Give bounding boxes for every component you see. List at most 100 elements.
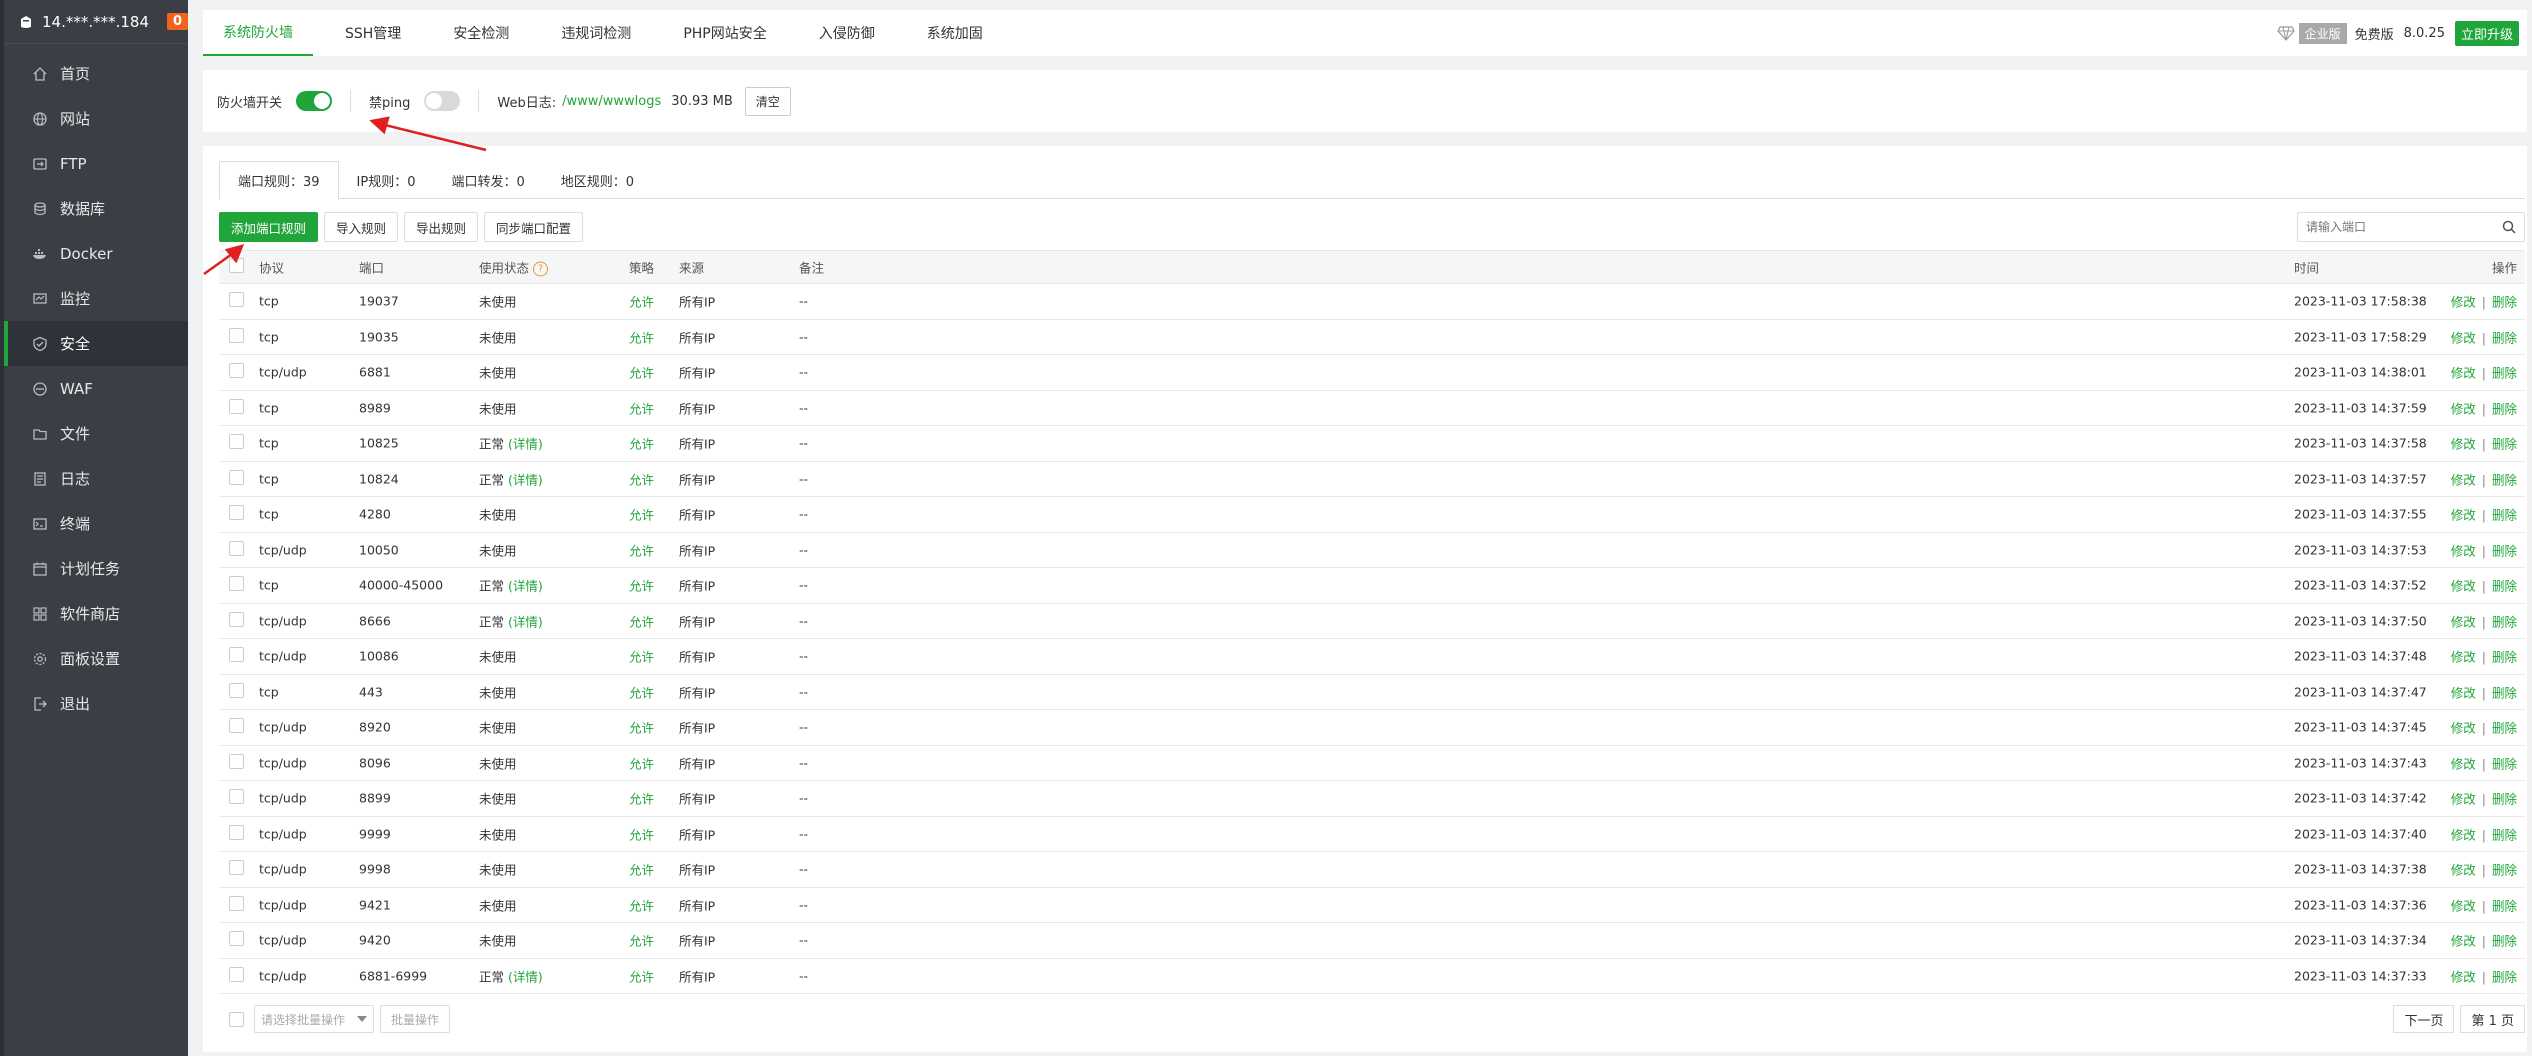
ping-switch[interactable]	[424, 91, 461, 111]
top-tab-6[interactable]: 系统加固	[907, 10, 1003, 56]
row-checkbox[interactable]	[229, 860, 244, 878]
cell-note[interactable]: --	[799, 862, 808, 877]
rule-tab-3[interactable]: 地区规则：0	[543, 161, 652, 199]
cell-note[interactable]: --	[799, 400, 808, 415]
edit-link[interactable]: 修改	[2451, 295, 2476, 310]
delete-link[interactable]: 删除	[2492, 685, 2517, 700]
sidebar-item-9[interactable]: 日志	[0, 456, 188, 501]
row-checkbox[interactable]	[229, 611, 244, 630]
cell-note[interactable]: --	[799, 578, 808, 593]
clear-log-button[interactable]: 清空	[744, 86, 791, 116]
next-page-button[interactable]: 下一页	[2393, 1005, 2455, 1033]
sidebar-item-7[interactable]: WAF	[0, 366, 188, 411]
cell-note[interactable]: --	[799, 365, 808, 380]
rule-tab-1[interactable]: IP规则：0	[339, 161, 434, 199]
server-header[interactable]: 14.***.***.184 0	[0, 0, 189, 44]
cell-note[interactable]: --	[799, 755, 808, 770]
edit-link[interactable]: 修改	[2451, 330, 2476, 345]
edit-link[interactable]: 修改	[2451, 472, 2476, 487]
edit-link[interactable]: 修改	[2451, 756, 2476, 771]
edit-link[interactable]: 修改	[2451, 685, 2476, 700]
top-tab-3[interactable]: 违规词检测	[541, 10, 651, 56]
notification-badge[interactable]: 0	[167, 13, 189, 30]
footer-select-all-checkbox[interactable]	[229, 1011, 244, 1027]
cell-note[interactable]: --	[799, 826, 808, 841]
batch-operation-button[interactable]: 批量操作	[380, 1005, 451, 1033]
delete-link[interactable]: 删除	[2492, 721, 2517, 736]
cell-note[interactable]: --	[799, 329, 808, 344]
top-tab-2[interactable]: 安全检测	[433, 10, 529, 56]
weblog-path-link[interactable]: /www/wwwlogs	[562, 94, 661, 109]
batch-operation-select[interactable]: 请选择批量操作	[254, 1005, 374, 1033]
sidebar-item-13[interactable]: 面板设置	[0, 636, 188, 681]
edit-link[interactable]: 修改	[2451, 934, 2476, 949]
cell-note[interactable]: --	[799, 684, 808, 699]
row-checkbox[interactable]	[229, 363, 244, 381]
delete-link[interactable]: 删除	[2492, 330, 2517, 345]
help-icon[interactable]: ?	[533, 261, 549, 277]
detail-link[interactable]: (详情)	[508, 614, 543, 629]
enterprise-edition[interactable]: 企业版	[2276, 22, 2347, 44]
sync-port-config-button[interactable]: 同步端口配置	[484, 212, 584, 242]
row-checkbox[interactable]	[229, 327, 244, 346]
sidebar-item-8[interactable]: 文件	[0, 411, 188, 456]
sidebar-item-12[interactable]: 软件商店	[0, 591, 188, 636]
cell-note[interactable]: --	[799, 720, 808, 735]
delete-link[interactable]: 删除	[2492, 792, 2517, 807]
cell-note[interactable]: --	[799, 294, 808, 309]
top-tab-0[interactable]: 系统防火墙	[203, 10, 313, 56]
detail-link[interactable]: (详情)	[508, 472, 543, 487]
cell-note[interactable]: --	[799, 649, 808, 664]
rule-tab-2[interactable]: 端口转发：0	[434, 161, 543, 199]
edit-link[interactable]: 修改	[2451, 792, 2476, 807]
sidebar-item-5[interactable]: 监控	[0, 276, 188, 321]
edit-link[interactable]: 修改	[2451, 898, 2476, 913]
delete-link[interactable]: 删除	[2492, 366, 2517, 381]
detail-link[interactable]: (详情)	[508, 437, 543, 452]
delete-link[interactable]: 删除	[2492, 863, 2517, 878]
add-port-rule-button[interactable]: 添加端口规则	[219, 212, 319, 242]
detail-link[interactable]: (详情)	[508, 969, 543, 984]
row-checkbox[interactable]	[229, 647, 244, 665]
row-checkbox[interactable]	[229, 576, 244, 594]
delete-link[interactable]: 删除	[2492, 969, 2517, 984]
row-checkbox[interactable]	[229, 789, 244, 807]
edit-link[interactable]: 修改	[2451, 614, 2476, 629]
import-rules-button[interactable]: 导入规则	[324, 212, 399, 242]
top-tab-5[interactable]: 入侵防御	[799, 10, 895, 56]
firewall-switch[interactable]	[296, 91, 333, 111]
delete-link[interactable]: 删除	[2492, 934, 2517, 949]
port-search-input[interactable]	[2306, 220, 2502, 234]
edit-link[interactable]: 修改	[2451, 543, 2476, 558]
delete-link[interactable]: 删除	[2492, 756, 2517, 771]
detail-link[interactable]: (详情)	[508, 579, 543, 594]
edit-link[interactable]: 修改	[2451, 863, 2476, 878]
export-rules-button[interactable]: 导出规则	[404, 212, 479, 242]
delete-link[interactable]: 删除	[2492, 437, 2517, 452]
cell-note[interactable]: --	[799, 897, 808, 912]
edit-link[interactable]: 修改	[2451, 827, 2476, 842]
rule-tab-0[interactable]: 端口规则：39	[219, 161, 339, 200]
cell-note[interactable]: --	[799, 436, 808, 451]
sidebar-item-14[interactable]: 退出	[0, 681, 188, 726]
sidebar-item-0[interactable]: 首页	[0, 51, 188, 96]
edit-link[interactable]: 修改	[2451, 401, 2476, 416]
cell-note[interactable]: --	[799, 471, 808, 486]
row-checkbox[interactable]	[229, 434, 244, 452]
sidebar-item-1[interactable]: 网站	[0, 96, 188, 141]
row-checkbox[interactable]	[229, 895, 244, 914]
top-tab-4[interactable]: PHP网站安全	[663, 10, 786, 56]
edit-link[interactable]: 修改	[2451, 721, 2476, 736]
row-checkbox[interactable]	[229, 966, 244, 985]
row-checkbox[interactable]	[229, 682, 244, 701]
sidebar-item-6[interactable]: 安全	[0, 321, 188, 366]
cell-note[interactable]: --	[799, 791, 808, 806]
cell-note[interactable]: --	[799, 933, 808, 948]
cell-note[interactable]: --	[799, 613, 808, 628]
row-checkbox[interactable]	[229, 718, 244, 736]
edit-link[interactable]: 修改	[2451, 579, 2476, 594]
delete-link[interactable]: 删除	[2492, 508, 2517, 523]
search-icon[interactable]	[2502, 220, 2516, 234]
row-checkbox[interactable]	[229, 540, 244, 559]
row-checkbox[interactable]	[229, 469, 244, 488]
